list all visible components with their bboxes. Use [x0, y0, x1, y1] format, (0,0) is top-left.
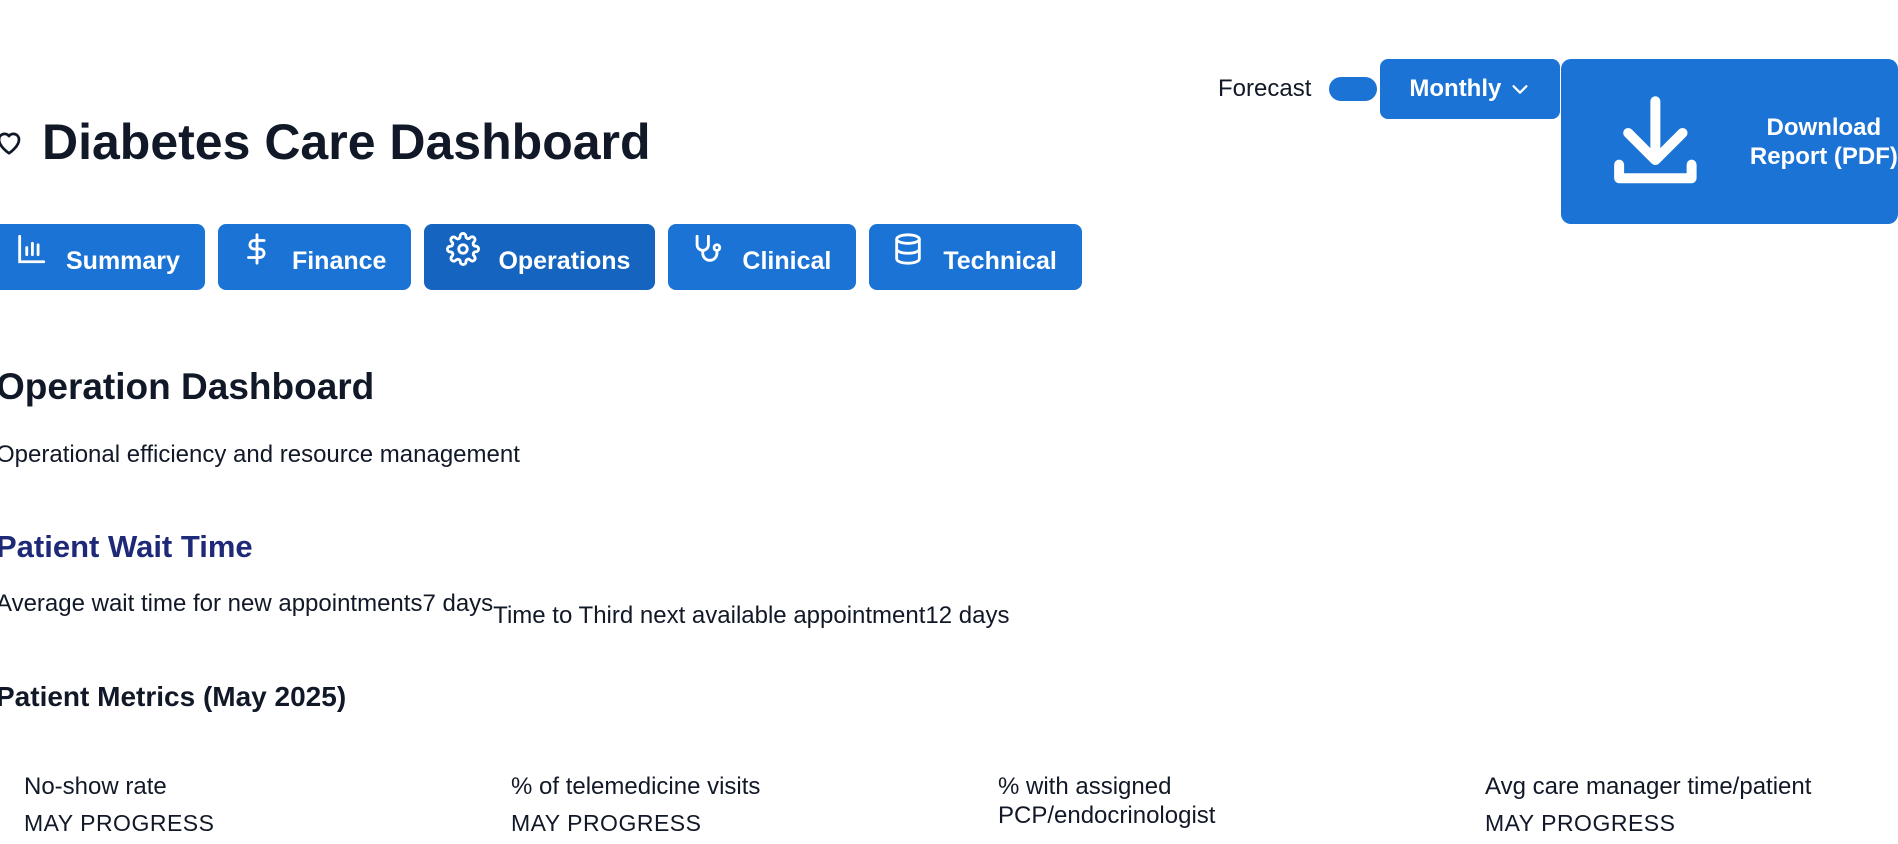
chevron-down-icon	[1512, 85, 1528, 94]
wait-time-label: Time to Third next available appointment	[493, 602, 926, 629]
metric-card: Avg care manager time/patient MAY PROGRE…	[1485, 772, 1885, 838]
heart-icon	[0, 132, 21, 155]
wait-time-label: Average wait time for new appointments	[0, 590, 423, 617]
tab-label: Technical	[943, 246, 1057, 275]
metric-progress-label: MAY PROGRESS	[24, 810, 215, 836]
download-report-label: Download Report (PDF)	[1749, 113, 1898, 170]
wait-time-row: Average wait time for new appointments 7 …	[0, 590, 1009, 630]
tab-label: Finance	[291, 246, 387, 275]
wait-time-item: Time to Third next available appointment…	[493, 602, 1009, 630]
metric-label: % with assigned PCP/endocrinologist	[998, 773, 1216, 829]
section-subtitle: Operational efficiency and resource mana…	[0, 441, 520, 468]
stethoscope-icon	[696, 234, 722, 262]
header-controls: Forecast Monthly	[1218, 59, 1561, 119]
metrics-title: Patient Metrics (May 2025)	[0, 681, 347, 712]
dashboard-tabs: Summary Finance Operations Clinical Tech…	[0, 224, 1095, 290]
gear-icon	[446, 232, 481, 266]
period-select-label: Monthly	[1409, 75, 1502, 102]
wait-time-item: Average wait time for new appointments 7 …	[0, 590, 493, 630]
tab-label: Summary	[66, 246, 180, 275]
forecast-toggle[interactable]	[1329, 77, 1378, 101]
forecast-label: Forecast	[1218, 75, 1312, 102]
download-report-button[interactable]: Download Report (PDF)	[1561, 59, 1898, 224]
metric-label: No-show rate	[24, 773, 167, 800]
database-icon	[895, 233, 922, 265]
period-select[interactable]: Monthly	[1380, 59, 1561, 119]
wait-time-value: 12 days	[925, 602, 1010, 629]
tab-finance[interactable]: Finance	[217, 224, 412, 290]
wait-time-title: Patient Wait Time	[0, 529, 253, 564]
header-title-row: Diabetes Care Dashboard	[0, 112, 651, 172]
tab-label: Operations	[498, 246, 631, 275]
metric-card: % of telemedicine visits MAY PROGRESS	[511, 772, 911, 838]
metric-card: No-show rate MAY PROGRESS	[24, 772, 424, 838]
tab-technical[interactable]: Technical	[869, 224, 1082, 290]
metric-progress-label: MAY PROGRESS	[1485, 810, 1676, 836]
tab-clinical[interactable]: Clinical	[668, 224, 857, 290]
tab-summary[interactable]: Summary	[0, 224, 205, 290]
section-title: Operation Dashboard	[0, 366, 375, 407]
metric-progress-label: MAY PROGRESS	[511, 810, 702, 836]
metric-card: % with assigned PCP/endocrinologist	[998, 772, 1258, 838]
metric-label: % of telemedicine visits	[511, 773, 761, 800]
tab-label: Clinical	[742, 246, 832, 275]
wait-time-value: 7 days	[422, 590, 494, 617]
bar-chart-icon	[18, 234, 46, 264]
metric-label: Avg care manager time/patient	[1485, 773, 1812, 800]
dollar-icon	[247, 233, 266, 265]
page-title: Diabetes Care Dashboard	[42, 114, 651, 170]
tab-operations[interactable]: Operations	[424, 224, 656, 290]
download-icon	[1614, 95, 1697, 183]
